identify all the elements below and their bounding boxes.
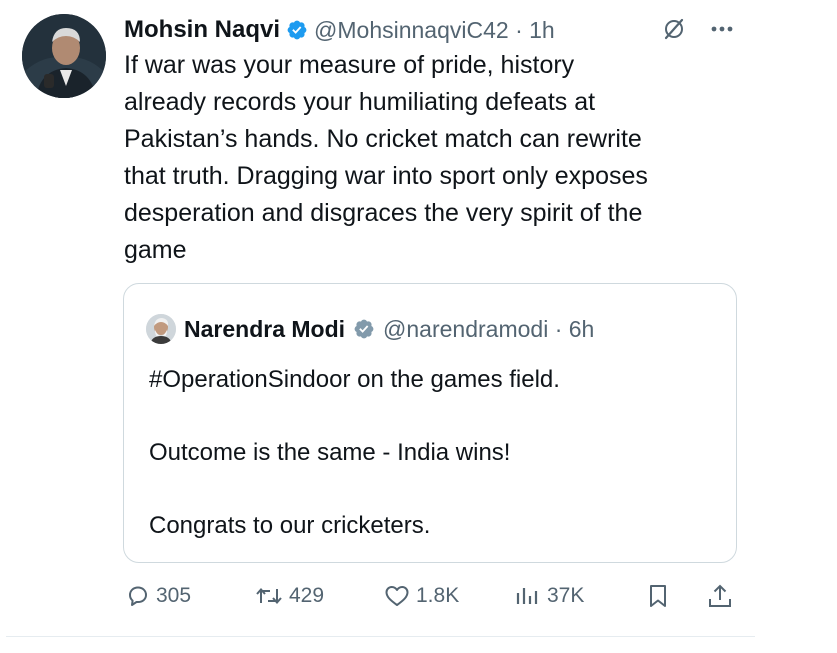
views-icon: [516, 588, 538, 604]
reply-count: 305: [156, 584, 192, 607]
quoted-author-avatar: [146, 314, 176, 344]
repost-count: 429: [289, 584, 325, 607]
repost-button[interactable]: 429: [255, 578, 324, 614]
quoted-author-name[interactable]: Narendra Modi: [184, 316, 345, 343]
views-button[interactable]: 37K: [515, 578, 584, 614]
quoted-tweet-header: Narendra Modi @narendramodi · 6h: [146, 314, 594, 344]
bookmark-icon: [650, 585, 666, 607]
repost-icon: [256, 587, 282, 605]
bookmark-button[interactable]: [647, 578, 669, 614]
tweet-text: If war was your measure of pride, histor…: [124, 51, 648, 264]
tweet[interactable]: Mohsin Naqvi @MohsinnaqviC42 · 1h If war…: [0, 0, 837, 653]
quoted-tweet-card[interactable]: Narendra Modi @narendramodi · 6h #Operat…: [123, 283, 737, 563]
tweet-header: Mohsin Naqvi @MohsinnaqviC42 · 1h: [124, 14, 555, 46]
share-icon: [709, 584, 731, 607]
author-handle[interactable]: @MohsinnaqviC42 · 1h: [314, 17, 555, 44]
quoted-tweet-text: #OperationSindoor on the games field. Ou…: [149, 366, 560, 539]
views-count: 37K: [547, 584, 585, 607]
grok-icon[interactable]: [662, 17, 686, 41]
quoted-author-handle[interactable]: @narendramodi · 6h: [383, 316, 594, 343]
heart-icon: [385, 586, 409, 606]
quoted-tweet-time: 6h: [568, 315, 595, 342]
action-bar: 305 429 1.8K 37K: [0, 578, 837, 614]
divider: [6, 636, 755, 637]
reply-button[interactable]: 305: [126, 578, 191, 614]
reply-icon: [129, 586, 147, 606]
verified-badge-icon: [287, 20, 307, 40]
share-button[interactable]: [707, 578, 733, 614]
more-icon[interactable]: [708, 16, 736, 42]
like-count: 1.8K: [416, 584, 460, 607]
author-name[interactable]: Mohsin Naqvi: [124, 16, 280, 44]
like-button[interactable]: 1.8K: [384, 578, 459, 614]
author-avatar[interactable]: [22, 14, 106, 98]
tweet-time: 1h: [529, 16, 555, 43]
quoted-verified-badge-icon: [354, 319, 374, 339]
